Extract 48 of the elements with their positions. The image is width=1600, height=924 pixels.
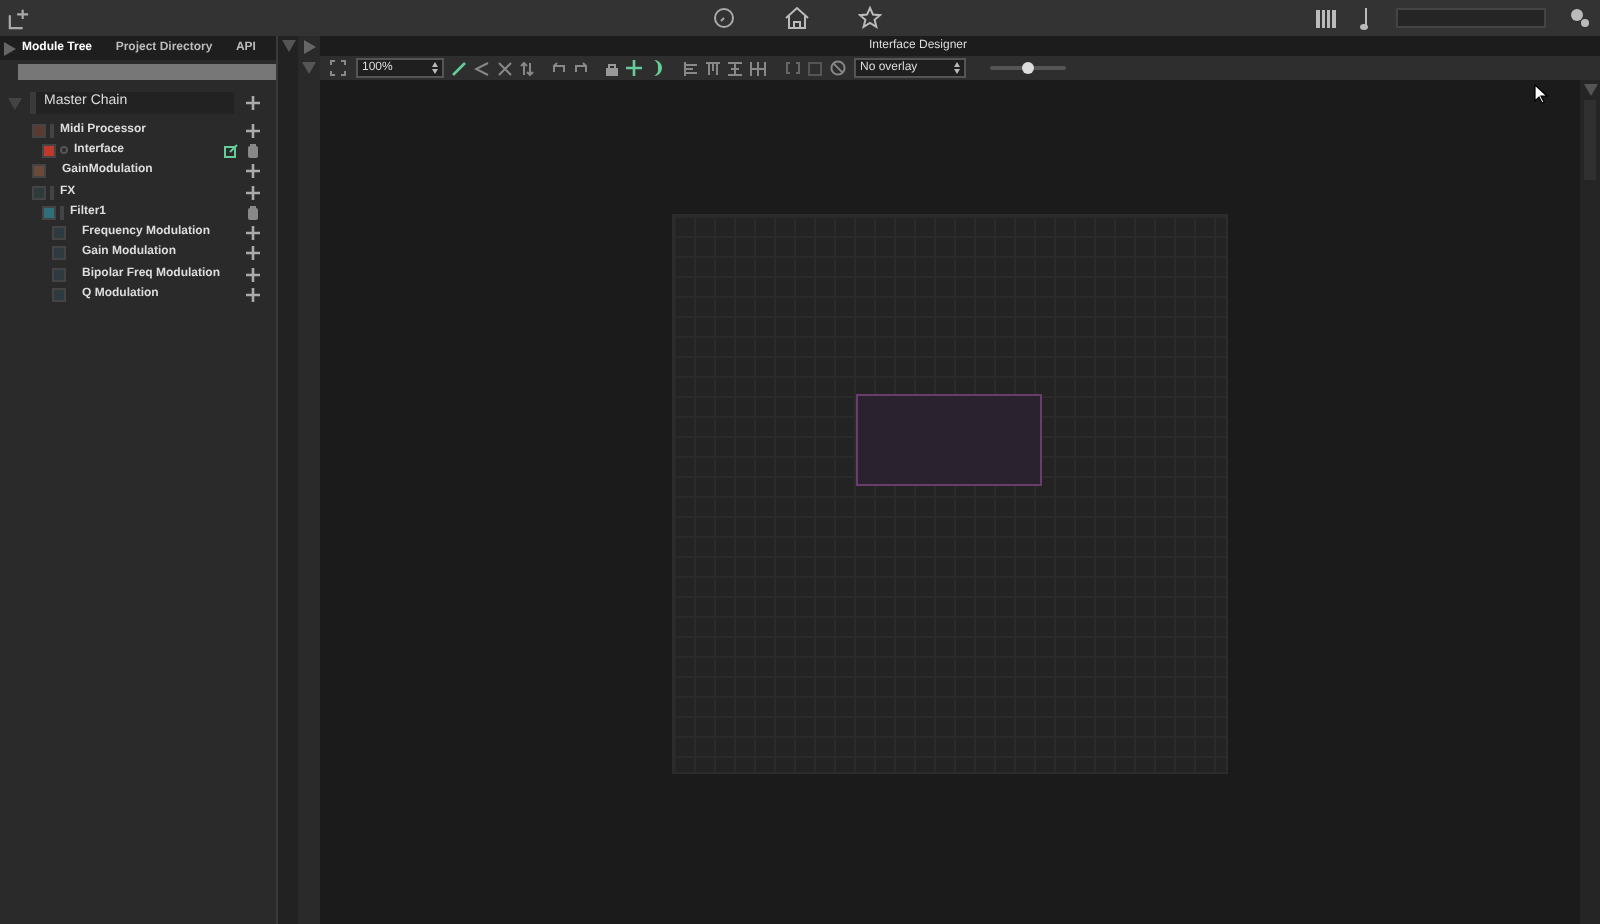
note-icon[interactable] [1360, 7, 1372, 29]
add-icon[interactable] [246, 164, 260, 179]
undo-icon[interactable] [552, 62, 566, 74]
distribute-horizontal-icon[interactable] [750, 61, 766, 75]
add-icon[interactable] [246, 288, 260, 303]
dropdown-arrows-icon[interactable] [954, 62, 960, 74]
module-color-swatch[interactable] [32, 123, 46, 138]
add-icon[interactable] [246, 96, 260, 110]
module-color-swatch[interactable] [52, 226, 66, 241]
module-color-swatch[interactable] [52, 267, 66, 282]
scroll-up-icon[interactable] [1583, 84, 1597, 96]
module-color-swatch[interactable] [52, 288, 66, 303]
pencil-icon[interactable] [452, 61, 466, 75]
keyboard-icon[interactable] [1316, 9, 1336, 27]
add-icon[interactable] [246, 185, 260, 200]
open-editor-icon[interactable] [224, 143, 238, 158]
star-icon[interactable] [858, 6, 882, 30]
close-icon[interactable] [498, 61, 512, 75]
add-icon[interactable] [246, 267, 260, 282]
expand-icon[interactable] [303, 40, 315, 54]
lock-icon[interactable] [606, 61, 618, 75]
delete-icon[interactable] [248, 205, 258, 220]
module-color-swatch[interactable] [52, 246, 66, 261]
collapse-icon[interactable] [4, 41, 16, 55]
redo-icon[interactable] [574, 62, 588, 74]
slider-thumb[interactable] [1022, 62, 1034, 74]
module-color-swatch[interactable] [32, 185, 46, 200]
add-icon[interactable] [246, 246, 260, 261]
align-top-icon[interactable] [706, 61, 720, 75]
home-icon[interactable] [784, 6, 810, 30]
moon-icon[interactable] [650, 60, 664, 76]
delete-icon[interactable] [248, 143, 258, 158]
no-sign-icon[interactable] [830, 60, 846, 76]
swap-icon[interactable] [520, 61, 534, 75]
share-icon[interactable] [474, 61, 490, 75]
bracket-icon[interactable] [786, 62, 800, 74]
module-color-swatch[interactable] [42, 205, 56, 220]
dropdown-arrows-icon[interactable] [432, 62, 438, 74]
add-icon[interactable] [246, 226, 260, 241]
add-window-icon[interactable] [8, 7, 30, 29]
cursor-icon [1534, 84, 1548, 104]
align-left-icon[interactable] [684, 61, 698, 75]
distribute-vertical-icon[interactable] [728, 61, 742, 75]
clock-icon[interactable] [712, 6, 736, 30]
move-icon[interactable] [626, 60, 642, 76]
module-color-swatch[interactable] [42, 143, 56, 158]
module-color-swatch[interactable] [32, 164, 46, 179]
add-icon[interactable] [246, 123, 260, 138]
